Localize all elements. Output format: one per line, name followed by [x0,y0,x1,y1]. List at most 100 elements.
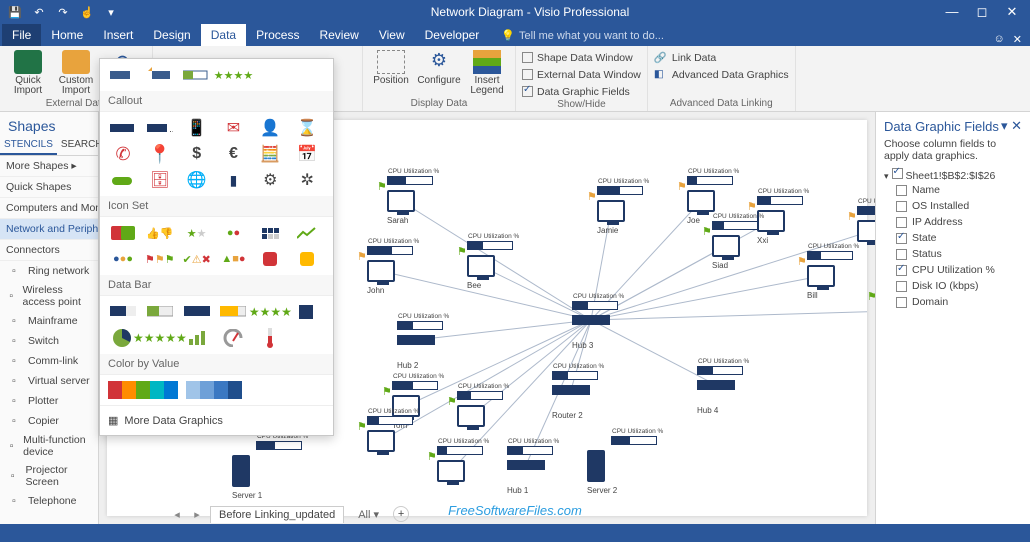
shape-stencil-item[interactable]: ▫Comm-link [0,351,98,371]
more-shapes-section[interactable]: More Shapes ▸ [0,156,98,177]
callout-item[interactable]: ⚙ [255,170,285,190]
databar-item[interactable] [218,302,248,322]
network-computer-node[interactable]: CPU Utilization %⚑Bill [807,265,835,287]
callout-item[interactable]: 📱 [182,118,212,138]
network-computer-node[interactable]: CPU Utilization %⚑Jamie [597,200,625,222]
tab-insert[interactable]: Insert [93,24,143,46]
callout-preview-2[interactable] [145,65,175,85]
iconset-item[interactable]: ★★ [182,223,212,243]
insert-legend-button[interactable]: Insert Legend [465,48,509,96]
maximize-button[interactable]: ◻ [968,2,996,22]
tab-process[interactable]: Process [246,24,309,46]
sheet-range-root[interactable]: ▾ Sheet1!$B$2:$I$26 [884,168,1022,182]
field-checkbox-row[interactable]: OS Installed [884,198,1022,214]
advanced-graphics-button[interactable]: ◧Advanced Data Graphics [654,67,789,82]
redo-icon[interactable]: ↷ [52,2,74,22]
close-pane-icon[interactable]: ✕ [1013,33,1022,46]
iconset-item[interactable]: ✔⚠✖ [182,249,212,269]
shape-data-window-checkbox[interactable]: Shape Data Window [522,50,633,65]
databar-item[interactable]: ★★★★ [255,302,285,322]
shape-stencil-item[interactable]: ▫Wireless access point [0,281,98,311]
save-icon[interactable]: 💾 [4,2,26,22]
databar-item[interactable] [218,328,248,348]
shape-stencil-item[interactable]: ▫Virtual server [0,371,98,391]
quick-shapes-section[interactable]: Quick Shapes [0,177,98,198]
iconset-item[interactable]: ●●● [108,249,138,269]
callout-item[interactable]: 🌐 [182,170,212,190]
network-hub-node[interactable]: CPU Utilization %Hub 1 [507,460,545,470]
iconset-item[interactable]: ⚑⚑⚑ [145,249,175,269]
minimize-button[interactable]: — [938,2,966,22]
callout-item[interactable]: € [218,144,248,164]
databar-item[interactable] [108,302,138,322]
tab-review[interactable]: Review [309,24,368,46]
iconset-item[interactable] [255,223,285,243]
databar-item[interactable] [292,302,322,322]
touch-icon[interactable]: ☝ [76,2,98,22]
callout-item[interactable] [108,118,138,138]
callout-item[interactable]: 📍 [145,144,175,164]
field-checkbox-row[interactable]: IP Address [884,214,1022,230]
shape-stencil-item[interactable]: ▫Plotter [0,391,98,411]
shape-stencil-item[interactable]: ▫Telephone [0,491,98,511]
iconset-item[interactable]: 👍👎 [145,223,175,243]
databar-item[interactable] [255,328,285,348]
field-checkbox-row[interactable]: Disk IO (kbps) [884,278,1022,294]
tab-file[interactable]: File [2,24,41,46]
shape-stencil-item[interactable]: ▫Switch [0,331,98,351]
more-data-graphics-button[interactable]: ▦ More Data Graphics [100,405,333,435]
connectors-section[interactable]: Connectors [0,240,98,261]
callout-item[interactable]: 🗄 [145,170,175,190]
external-data-window-checkbox[interactable]: External Data Window [522,67,641,82]
quick-import-button[interactable]: Quick Import [6,48,50,96]
link-data-button[interactable]: 🔗Link Data [654,50,716,65]
iconset-item[interactable] [255,249,285,269]
iconset-item[interactable]: ●● [218,223,248,243]
network-peripherals-section[interactable]: Network and Peripherals [0,219,98,240]
tab-home[interactable]: Home [41,24,93,46]
data-graphic-fields-checkbox[interactable]: Data Graphic Fields [522,84,630,99]
add-sheet-button[interactable]: + [393,506,409,522]
shape-stencil-item[interactable]: ▫Multi-function device [0,431,98,461]
network-computer-node[interactable]: CPU Utilization %⚑John [367,260,395,282]
field-checkbox-row[interactable]: Status [884,246,1022,262]
callout-item[interactable]: ✉ [218,118,248,138]
sheet-next-icon[interactable]: ▸ [190,508,204,521]
callout-item[interactable]: $ [182,144,212,164]
field-checkbox-row[interactable]: Name [884,182,1022,198]
network-hub-node[interactable]: CPU Utilization %Router 2 [552,385,590,395]
network-computer-node[interactable]: CPU Utilization %⚑Siad [712,235,740,257]
computers-section[interactable]: Computers and Monitors [0,198,98,219]
network-hub-node[interactable]: CPU Utilization %Hub 2 [397,335,435,345]
callout-item[interactable]: 🧮 [255,144,285,164]
network-computer-node[interactable]: CPU Utilization %⚑ [367,430,395,452]
callout-item[interactable]: … [145,118,175,138]
callout-item[interactable]: ✲ [292,170,322,190]
active-sheet-tab[interactable]: Before Linking_updated [210,506,344,523]
smiley-icon[interactable]: ☺ [994,33,1005,46]
stencils-tab[interactable]: STENCILS [0,136,57,155]
close-button[interactable]: ✕ [998,2,1026,22]
field-checkbox-row[interactable]: CPU Utilization % [884,262,1022,278]
shape-stencil-item[interactable]: ▫Ring network [0,261,98,281]
tab-view[interactable]: View [369,24,415,46]
shape-stencil-item[interactable]: ▫Projector Screen [0,461,98,491]
configure-button[interactable]: ⚙ Configure [417,48,461,86]
network-computer-node[interactable]: CPU Utilization %⚑ [457,405,485,427]
shape-stencil-item[interactable]: ▫Copier [0,411,98,431]
databar-item[interactable] [145,302,175,322]
databar-item[interactable] [182,328,212,348]
iconset-item[interactable]: ▲■● [218,249,248,269]
network-server-node[interactable]: CPU Utilization %Server 1 [232,455,250,487]
callout-item[interactable]: 👤 [255,118,285,138]
callout-preview-3[interactable] [182,65,212,85]
tell-me-search[interactable]: 💡 Tell me what you want to do... [495,25,670,46]
position-button[interactable]: Position [369,48,413,86]
network-hub-node[interactable]: CPU Utilization %Hub 4 [697,380,735,390]
tab-design[interactable]: Design [143,24,200,46]
network-computer-node[interactable]: CPU Utilization %⚑Joe [687,190,715,212]
network-computer-node[interactable]: CPU Utilization %⚑ [437,460,465,482]
tab-data[interactable]: Data [201,24,246,46]
undo-icon[interactable]: ↶ [28,2,50,22]
field-checkbox-row[interactable]: Domain [884,294,1022,310]
